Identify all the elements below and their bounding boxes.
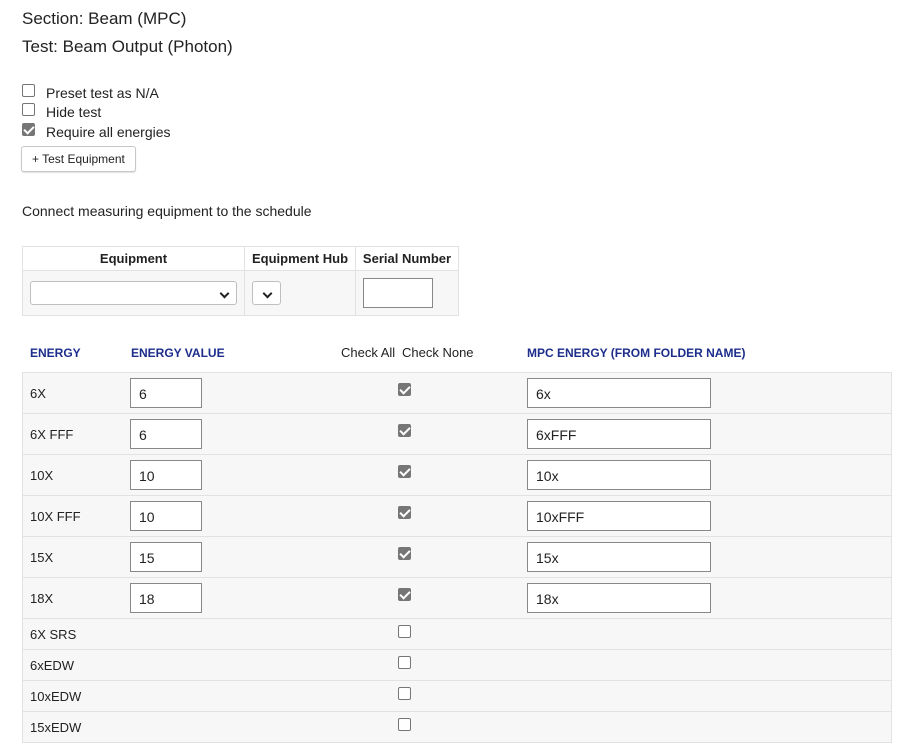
table-row: 6X SRS (23, 619, 891, 650)
energy-enabled-checkbox[interactable] (398, 506, 411, 519)
equipment-column-header: Equipment (22, 246, 245, 271)
serial-number-column-header: Serial Number (355, 246, 459, 271)
energy-name: 18X (30, 591, 54, 606)
chevron-down-icon (219, 288, 230, 299)
table-row: 6X 6 6x (23, 373, 891, 414)
energy-name: 6X FFF (30, 427, 74, 442)
energy-enabled-checkbox[interactable] (398, 656, 411, 669)
energy-name: 15xEDW (30, 720, 82, 735)
energy-enabled-checkbox[interactable] (398, 547, 411, 560)
add-test-equipment-button[interactable]: + Test Equipment (21, 146, 136, 172)
energy-table: 6X 6 6x 6X FFF 6 6xFFF 10X 10 10x 10X FF… (22, 372, 892, 743)
energy-enabled-checkbox[interactable] (398, 383, 411, 396)
table-row: 10xEDW (23, 681, 891, 712)
energy-name: 6xEDW (30, 658, 75, 673)
chevron-down-icon (262, 288, 273, 299)
table-row: 10X 10 10x (23, 455, 891, 496)
section-title: Section: Beam (MPC) (22, 9, 187, 28)
table-row: 15X 15 15x (23, 537, 891, 578)
table-row: 15xEDW (23, 712, 891, 743)
equipment-table: Equipment Equipment Hub Serial Number (22, 246, 459, 316)
serial-number-input[interactable] (363, 278, 433, 308)
require-all-energies-label: Require all energies (46, 124, 171, 140)
equipment-hub-select[interactable] (252, 281, 281, 305)
mpc-energy-input[interactable]: 18x (527, 583, 711, 613)
energy-name: 6X SRS (30, 627, 77, 642)
energy-value-input[interactable]: 15 (130, 542, 202, 572)
table-row: 6xEDW (23, 650, 891, 681)
energy-value-input[interactable]: 18 (130, 583, 202, 613)
equipment-instruction: Connect measuring equipment to the sched… (22, 203, 312, 219)
energy-name: 6X (30, 386, 46, 401)
mpc-energy-input[interactable]: 10xFFF (527, 501, 711, 531)
mpc-energy-input[interactable]: 6xFFF (527, 419, 711, 449)
energy-enabled-checkbox[interactable] (398, 687, 411, 700)
energy-value-input[interactable]: 6 (130, 419, 202, 449)
mpc-energy-input[interactable]: 6x (527, 378, 711, 408)
energy-name: 10X FFF (30, 509, 81, 524)
equipment-select[interactable] (30, 281, 237, 305)
energy-name: 15X (30, 550, 54, 565)
energy-value-column-header: ENERGY VALUE (131, 346, 225, 360)
energy-name: 10xEDW (30, 689, 82, 704)
energy-enabled-checkbox[interactable] (398, 465, 411, 478)
table-row: 10X FFF 10 10xFFF (23, 496, 891, 537)
energy-column-header: ENERGY (30, 346, 81, 360)
check-all-link[interactable]: Check All (341, 345, 395, 360)
energy-enabled-checkbox[interactable] (398, 625, 411, 638)
table-row: 6X FFF 6 6xFFF (23, 414, 891, 455)
mpc-energy-column-header: MPC ENERGY (FROM FOLDER NAME) (527, 346, 746, 360)
mpc-energy-input[interactable]: 10x (527, 460, 711, 490)
check-none-link[interactable]: Check None (402, 345, 474, 360)
equipment-hub-column-header: Equipment Hub (244, 246, 356, 271)
require-all-energies-checkbox[interactable] (22, 123, 35, 136)
energy-value-input[interactable]: 10 (130, 501, 202, 531)
energy-enabled-checkbox[interactable] (398, 424, 411, 437)
hide-test-checkbox[interactable] (22, 103, 35, 116)
preset-na-label: Preset test as N/A (46, 85, 159, 101)
mpc-energy-input[interactable]: 15x (527, 542, 711, 572)
table-row: 18X 18 18x (23, 578, 891, 619)
energy-enabled-checkbox[interactable] (398, 718, 411, 731)
test-title: Test: Beam Output (Photon) (22, 37, 233, 56)
hide-test-label: Hide test (46, 104, 102, 120)
preset-na-checkbox[interactable] (22, 84, 35, 97)
energy-name: 10X (30, 468, 54, 483)
energy-value-input[interactable]: 6 (130, 378, 202, 408)
energy-value-input[interactable]: 10 (130, 460, 202, 490)
energy-enabled-checkbox[interactable] (398, 588, 411, 601)
